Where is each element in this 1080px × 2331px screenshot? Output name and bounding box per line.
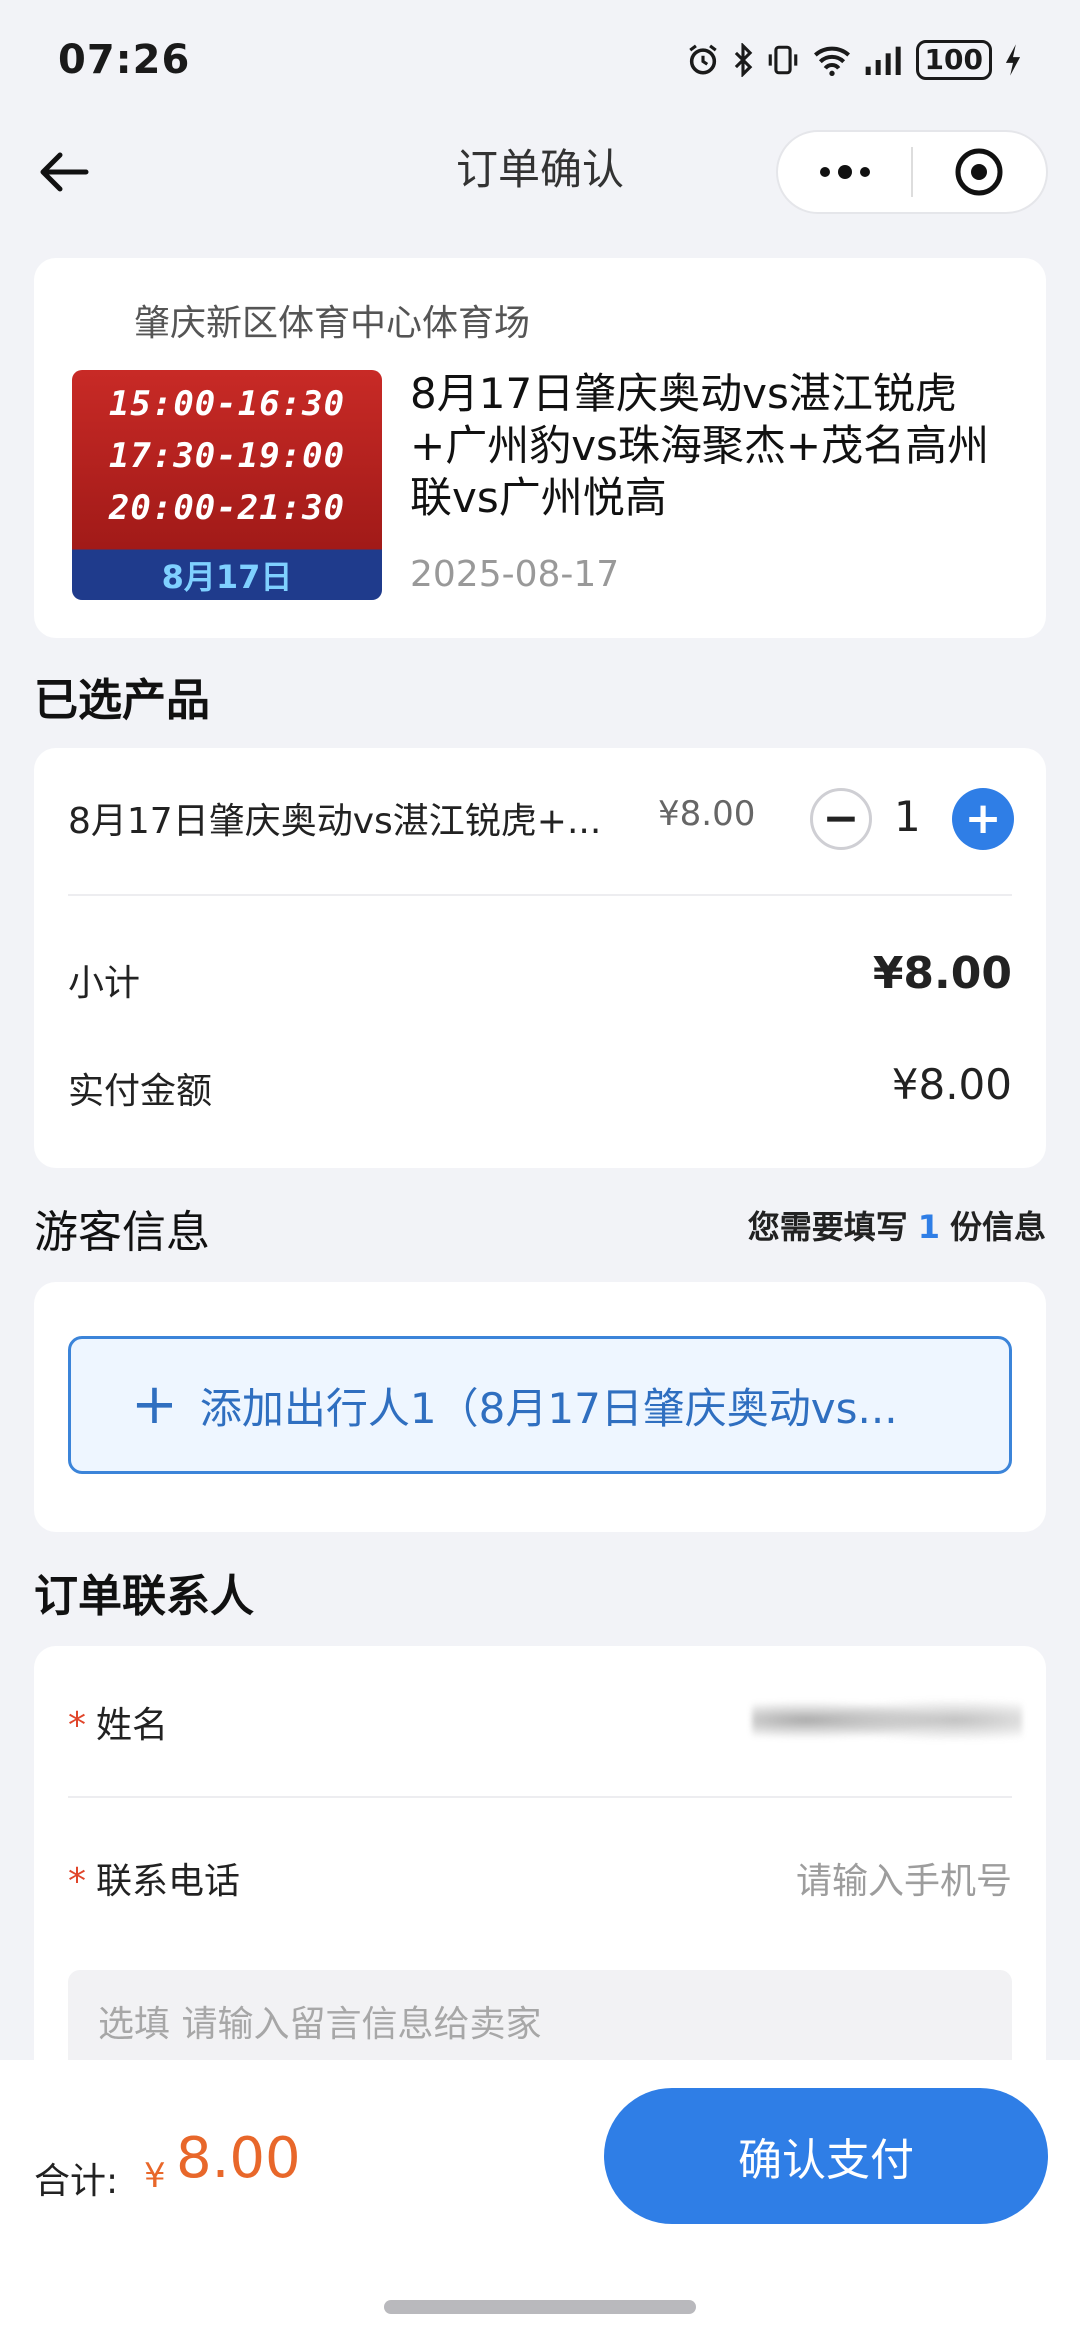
close-mini-program-button[interactable]	[913, 132, 1046, 212]
wifi-icon	[813, 46, 850, 76]
requirement-suffix: 份信息	[949, 1208, 1046, 1246]
product-name: 8月17日肇庆奥动vs湛江锐虎+...	[68, 801, 602, 842]
add-traveler-button[interactable]: + 添加出行人1（8月17日肇庆奥动vs...	[68, 1336, 1012, 1474]
add-plus-icon: +	[131, 1372, 178, 1437]
paid-amount-label: 实付金额	[68, 1071, 213, 1112]
arrow-left-icon	[40, 152, 89, 192]
poster-date: 8月17日	[161, 558, 293, 596]
total-value: 8.00	[176, 2126, 301, 2191]
requirement-prefix: 您需要填写	[747, 1208, 908, 1246]
back-button[interactable]	[34, 142, 94, 202]
mini-program-capsule	[776, 130, 1048, 214]
selected-products-card: 8月17日肇庆奥动vs湛江锐虎+... ¥8.00 − 1 + 小计 ¥8.00…	[34, 748, 1046, 1168]
bottom-bar: 合计: ¥ 8.00 确认支付	[0, 2060, 1080, 2331]
quantity-value: 1	[894, 792, 921, 841]
target-close-icon	[955, 148, 1003, 196]
event-date: 2025-08-17	[410, 554, 620, 595]
increase-quantity-button[interactable]: +	[952, 788, 1014, 850]
phone-input[interactable]: 请输入手机号	[796, 1852, 1012, 1904]
poster-time-3: 20:00-21:30	[108, 488, 346, 528]
selected-products-title: 已选产品	[34, 675, 210, 726]
venue-name: 肇庆新区体育中心体育场	[134, 303, 531, 344]
divider	[68, 1796, 1012, 1798]
visitor-info-requirement: 您需要填写 1 份信息	[748, 1202, 1046, 1248]
more-button[interactable]	[778, 132, 911, 212]
required-mark: *	[68, 1705, 86, 1746]
decrease-quantity-button[interactable]: −	[810, 788, 872, 850]
event-card: 肇庆新区体育中心体育场 15:00-16:30 17:30-19:00 20:0…	[34, 258, 1046, 638]
home-indicator[interactable]	[384, 2300, 696, 2314]
add-traveler-label: 添加出行人1（8月17日肇庆奥动vs...	[199, 1383, 898, 1433]
product-price: ¥8.00	[658, 794, 756, 834]
requirement-count: 1	[917, 1208, 940, 1246]
poster-time-1: 15:00-16:30	[108, 384, 346, 424]
visitor-info-card: + 添加出行人1（8月17日肇庆奥动vs...	[34, 1282, 1046, 1532]
divider	[68, 894, 1012, 896]
visitor-info-title: 游客信息	[34, 1207, 210, 1258]
total-label: 合计:	[34, 2161, 119, 2202]
status-bar: 07:26 100	[0, 0, 1080, 120]
event-poster: 15:00-16:30 17:30-19:00 20:00-21:30 8月17…	[72, 370, 382, 600]
charging-icon	[1005, 44, 1021, 76]
battery-indicator: 100	[915, 40, 992, 80]
name-field-blurred-value[interactable]	[752, 1690, 1022, 1750]
phone-label: 联系电话	[96, 1861, 241, 1902]
status-time: 07:26	[58, 37, 191, 83]
required-mark: *	[68, 1861, 86, 1902]
alarm-icon	[688, 44, 717, 75]
subtotal-value: ¥8.00	[872, 948, 1012, 999]
subtotal-label: 小计	[68, 963, 141, 1004]
vibrate-icon	[768, 45, 797, 75]
poster-time-2: 17:30-19:00	[108, 436, 346, 476]
bluetooth-icon	[734, 43, 752, 77]
name-label: 姓名	[96, 1705, 169, 1746]
more-dots-icon	[819, 165, 870, 179]
signal-icon	[865, 46, 901, 75]
nav-bar: 订单确认	[0, 120, 1080, 220]
status-icons: 100	[686, 40, 1022, 80]
order-contact-card: * 姓名 * 联系电话 请输入手机号 选填 请输入留言信息给卖家	[34, 1646, 1046, 2106]
confirm-pay-button[interactable]: 确认支付	[604, 2088, 1048, 2224]
event-title: 8月17日肇庆奥动vs湛江锐虎+广州豹vs珠海聚杰+茂名高州联vs广州悦高	[410, 369, 990, 522]
order-contact-title: 订单联系人	[34, 1571, 254, 1622]
total-currency: ¥	[144, 2156, 166, 2196]
phone-label-row: * 联系电话	[68, 1852, 240, 1904]
paid-amount-value: ¥8.00	[891, 1060, 1012, 1109]
name-label-row: * 姓名	[68, 1696, 168, 1748]
